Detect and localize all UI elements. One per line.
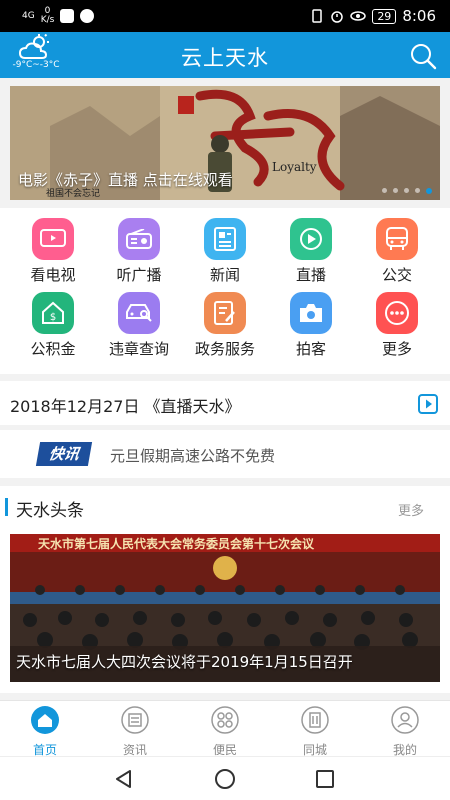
bus-icon <box>376 218 418 260</box>
city-icon <box>301 706 329 734</box>
status-left: 4G 0 K/s <box>22 7 95 25</box>
grid-item-label: 拍客 <box>295 340 326 358</box>
tab-profile[interactable]: 我的 <box>360 701 450 757</box>
speed-unit: K/s <box>40 15 55 25</box>
grid-item-violation-check[interactable]: 违章查询 <box>99 292 179 359</box>
headlines-more-link[interactable]: 更多 <box>398 500 424 519</box>
gov-service-icon <box>204 292 246 334</box>
car-search-icon <box>118 292 160 334</box>
headline-image-banner-text: 天水市第七届人民代表大会常务委员会第十七次会议 <box>38 537 315 551</box>
flash-news-logo: 快讯 <box>35 442 93 466</box>
promo-banner[interactable]: Loyalty 祖国不会忘记 电影《赤子》直播 点击在线观看 <box>10 86 440 200</box>
recents-nav-icon[interactable] <box>313 767 337 791</box>
more-icon <box>376 292 418 334</box>
banner-art-word: Loyalty <box>272 160 317 174</box>
back-nav-icon[interactable] <box>112 767 136 791</box>
live-program-row[interactable]: 2018年12月27日 《直播天水》 <box>0 381 450 425</box>
app-screen: 4G 0 K/s 29 8:06 -9°C~-3°C 云上天水 Loyalty … <box>0 0 450 800</box>
grid-item-label: 政务服务 <box>194 340 255 358</box>
system-navigation-bar <box>0 756 450 800</box>
tab-home[interactable]: 首页 <box>0 701 90 757</box>
live-program-text: 2018年12月27日 《直播天水》 <box>10 397 241 416</box>
camera-icon <box>290 292 332 334</box>
grid-item-label: 直播 <box>295 266 326 284</box>
home-icon <box>31 706 59 734</box>
grid-item-label: 看电视 <box>30 266 76 284</box>
flash-news-row[interactable]: 快讯 元旦假期高速公路不免费 <box>0 430 450 478</box>
banner-caption: 电影《赤子》直播 点击在线观看 <box>18 171 233 189</box>
carousel-dot[interactable] <box>415 188 420 193</box>
home-nav-icon[interactable] <box>213 767 237 791</box>
grid-item-more[interactable]: 更多 <box>357 292 437 359</box>
eye-care-icon <box>350 11 367 21</box>
news-icon <box>204 218 246 260</box>
grid-item-radio[interactable]: 听广播 <box>99 218 179 285</box>
headlines-section: 天水头条 更多 天水市第七届人民代表大会常务委员会第十七次会议 天水市七届人大四… <box>0 486 450 693</box>
quick-access-grid: 看电视 听广播 新闻 直播 公交 $ 公积金 违章查询 政务服务 拍客 更多 <box>0 208 450 374</box>
play-icon[interactable] <box>418 394 438 414</box>
carousel-indicator <box>382 188 432 194</box>
grid-item-live[interactable]: 直播 <box>271 218 351 285</box>
grid-item-photographer[interactable]: 拍客 <box>271 292 351 359</box>
grid-item-label: 新闻 <box>209 266 240 284</box>
app-title: 云上天水 <box>181 46 269 70</box>
info-icon <box>121 706 149 734</box>
carousel-dot-active[interactable] <box>426 188 432 194</box>
carousel-dot[interactable] <box>382 188 387 193</box>
tab-info[interactable]: 资讯 <box>90 701 180 757</box>
alarm-icon <box>331 11 344 23</box>
services-icon <box>211 706 239 734</box>
headline-caption: 天水市七届人大四次会议将于2019年1月15日召开 <box>16 653 353 671</box>
grid-item-label: 听广播 <box>116 266 162 284</box>
battery-level: 29 <box>372 8 397 24</box>
carousel-dot[interactable] <box>393 188 398 193</box>
status-right: 29 8:06 <box>310 7 436 25</box>
grid-item-gov-service[interactable]: 政务服务 <box>185 292 265 359</box>
section-accent-bar <box>5 498 8 516</box>
grid-item-news[interactable]: 新闻 <box>185 218 265 285</box>
tab-city[interactable]: 同城 <box>270 701 360 757</box>
vibrate-icon <box>312 9 323 23</box>
tab-services[interactable]: 便民 <box>180 701 270 757</box>
network-speed: 0 K/s <box>41 7 55 25</box>
grid-item-label: 公积金 <box>30 340 76 358</box>
app-header: -9°C~-3°C 云上天水 <box>0 32 450 78</box>
grid-item-housing-fund[interactable]: $ 公积金 <box>13 292 93 359</box>
notification-vpn-icon <box>80 9 95 23</box>
search-icon[interactable] <box>408 41 438 71</box>
grid-item-tv[interactable]: 看电视 <box>13 218 93 285</box>
headlines-header: 天水头条 更多 <box>0 486 450 528</box>
clock: 8:06 <box>402 7 436 25</box>
notification-app-icon <box>60 9 75 23</box>
carousel-dot[interactable] <box>404 188 409 193</box>
housing-fund-icon: $ <box>32 292 74 334</box>
live-icon <box>290 218 332 260</box>
grid-item-label: 公交 <box>381 266 412 284</box>
headlines-title: 天水头条 <box>16 501 84 521</box>
radio-icon <box>118 218 160 260</box>
grid-item-label: 更多 <box>381 340 412 358</box>
tv-icon <box>32 218 74 260</box>
headline-article-card[interactable]: 天水市第七届人民代表大会常务委员会第十七次会议 天水市七届人大四次会议将于201… <box>10 534 440 682</box>
grid-item-label: 违章查询 <box>108 340 169 358</box>
svg-text:$: $ <box>50 312 56 323</box>
flash-news-text[interactable]: 元旦假期高速公路不免费 <box>110 445 275 466</box>
network-indicator: 4G <box>22 10 35 21</box>
status-bar: 4G 0 K/s 29 8:06 <box>0 0 450 32</box>
profile-icon <box>391 706 419 734</box>
bottom-tab-bar: 首页 资讯 便民 同城 我的 <box>0 700 450 757</box>
grid-item-bus[interactable]: 公交 <box>357 218 437 285</box>
